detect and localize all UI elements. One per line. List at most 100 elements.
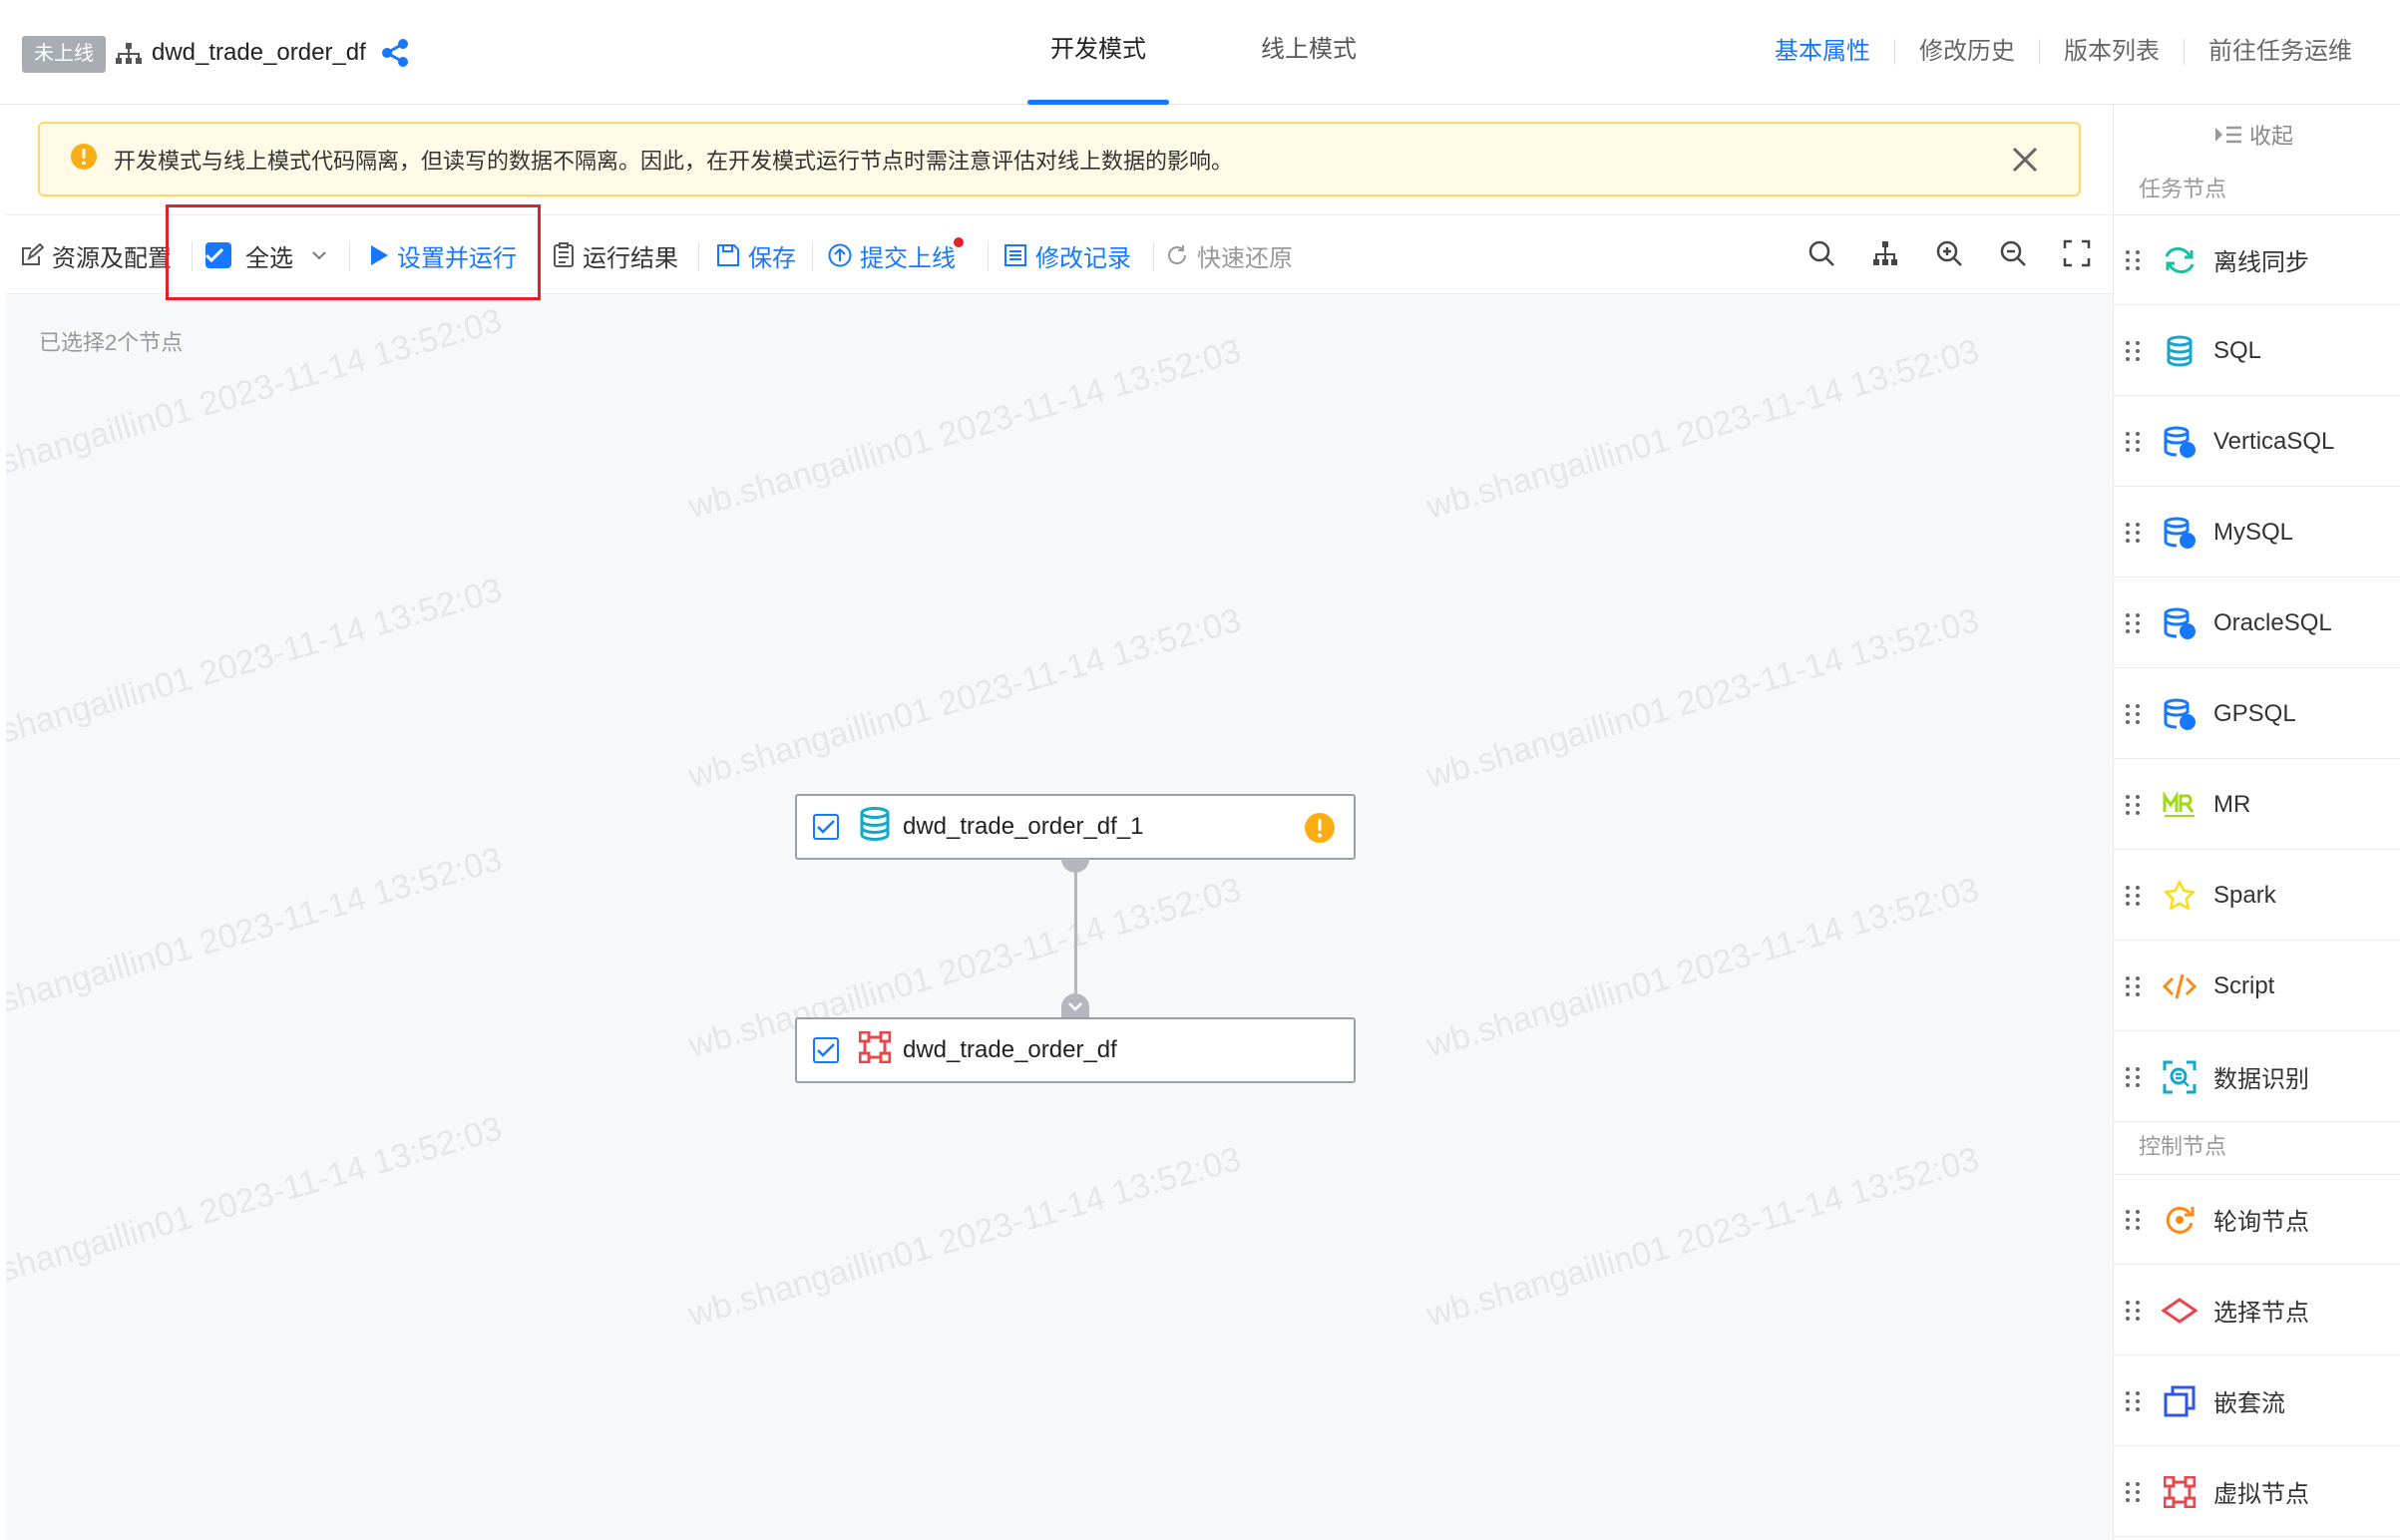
- palette-item-polling[interactable]: 轮询节点: [2114, 1175, 2400, 1265]
- node-checkbox[interactable]: [813, 1037, 839, 1063]
- tab-dev-mode[interactable]: 开发模式: [1050, 30, 1146, 70]
- resources-config-button[interactable]: 资源及配置: [20, 235, 172, 275]
- palette-item-offline-sync[interactable]: 离线同步: [2114, 215, 2400, 305]
- workflow-icon: [115, 42, 143, 72]
- palette-item-oraclesql[interactable]: OracleSQL: [2114, 578, 2400, 668]
- watermark: shangaillin01 2023-11-14 13:52:03: [6, 1109, 507, 1290]
- palette-item-choice[interactable]: 选择节点: [2114, 1266, 2400, 1355]
- watermark: wb.shangaillin01 2023-11-14 13:52:03: [1422, 600, 1984, 796]
- zoom-in-icon[interactable]: [1935, 239, 1963, 273]
- set-and-run-label: 设置并运行: [397, 244, 517, 272]
- watermark: wb.shangaillin01 2023-11-14 13:52:03: [1422, 1139, 1984, 1335]
- alert-message: 开发模式与线上模式代码隔离，但读写的数据不隔离。因此，在开发模式运行节点时需注意…: [114, 148, 1234, 174]
- close-icon[interactable]: [2011, 146, 2039, 180]
- dag-node-virtual[interactable]: dwd_trade_order_df: [795, 1017, 1356, 1083]
- drag-handle-icon[interactable]: [2126, 1209, 2142, 1230]
- divider: [698, 241, 699, 271]
- node-palette: 收起 任务节点 离线同步 SQL VerticaSQL MySQL Oracle…: [2113, 105, 2400, 1540]
- palette-item-verticasql[interactable]: VerticaSQL: [2114, 397, 2400, 487]
- set-and-run-button[interactable]: 设置并运行: [369, 235, 517, 275]
- refresh-icon: [1168, 245, 1187, 264]
- drag-handle-icon[interactable]: [2126, 794, 2142, 815]
- drag-handle-icon[interactable]: [2126, 1066, 2142, 1087]
- clipboard-icon: [554, 242, 574, 267]
- change-log-button[interactable]: 修改记录: [1003, 235, 1131, 275]
- palette-item-script[interactable]: Script: [2114, 942, 2400, 1031]
- divider: [192, 241, 193, 271]
- zoom-out-icon[interactable]: [1999, 239, 2027, 273]
- palette-item-mr[interactable]: MR: [2114, 760, 2400, 850]
- isolation-alert: 开发模式与线上模式代码隔离，但读写的数据不隔离。因此，在开发模式运行节点时需注意…: [38, 122, 2081, 196]
- palette-item-label: 轮询节点: [2213, 1209, 2309, 1236]
- submit-online-button[interactable]: 提交上线: [828, 235, 956, 275]
- warning-icon[interactable]: [1304, 812, 1336, 850]
- edit-history-link[interactable]: 修改历史: [1919, 34, 2015, 70]
- dag-node-sql[interactable]: dwd_trade_order_df_1: [795, 794, 1356, 860]
- diamond-icon: [2160, 1291, 2200, 1331]
- tab-online-mode[interactable]: 线上模式: [1261, 30, 1357, 70]
- palette-item-label: OracleSQL: [2213, 608, 2332, 636]
- save-button[interactable]: 保存: [716, 235, 796, 275]
- drag-handle-icon[interactable]: [2126, 1300, 2142, 1321]
- palette-item-sql[interactable]: SQL: [2114, 306, 2400, 396]
- run-result-button[interactable]: 运行结果: [553, 235, 678, 275]
- drag-handle-icon[interactable]: [2126, 1390, 2142, 1411]
- palette-item-label: VerticaSQL: [2213, 427, 2335, 455]
- resources-config-label: 资源及配置: [52, 244, 172, 272]
- search-icon[interactable]: [1807, 239, 1835, 273]
- palette-item-label: 离线同步: [2213, 249, 2309, 276]
- oracle-database-icon: [2160, 603, 2200, 643]
- palette-item-spark[interactable]: Spark: [2114, 851, 2400, 941]
- palette-item-virtual-node[interactable]: 虚拟节点: [2114, 1447, 2400, 1537]
- unsubmitted-badge: [954, 237, 964, 247]
- top-header: 未上线 dwd_trade_order_df 开发模式 线上模式 基本属性 修改…: [0, 0, 2400, 105]
- task-nodes-title: 任务节点: [2139, 177, 2227, 201]
- palette-item-data-recognition[interactable]: 数据识别: [2114, 1032, 2400, 1122]
- select-all-checkbox[interactable]: [205, 242, 231, 268]
- status-tag: 未上线: [22, 36, 106, 73]
- collapse-panel-button[interactable]: 收起: [2213, 119, 2293, 151]
- palette-item-gpsql[interactable]: GPSQL: [2114, 669, 2400, 759]
- play-icon: [371, 245, 388, 265]
- quick-restore-label: 快速还原: [1197, 244, 1293, 272]
- drag-handle-icon[interactable]: [2126, 522, 2142, 543]
- auto-layout-icon[interactable]: [1871, 239, 1899, 273]
- drag-handle-icon[interactable]: [2126, 975, 2142, 996]
- drag-handle-icon[interactable]: [2126, 1481, 2142, 1502]
- palette-item-nested-flow[interactable]: 嵌套流: [2114, 1356, 2400, 1446]
- edit-icon: [22, 243, 44, 265]
- selected-count: 已选择2个节点: [39, 330, 184, 355]
- fullscreen-icon[interactable]: [2063, 239, 2091, 273]
- quick-restore-button[interactable]: 快速还原: [1165, 235, 1293, 275]
- drag-handle-icon[interactable]: [2126, 885, 2142, 906]
- watermark: wb.shangaillin01 2023-11-14 13:52:03: [684, 331, 1246, 527]
- palette-item-mysql[interactable]: MySQL: [2114, 488, 2400, 578]
- drag-handle-icon[interactable]: [2126, 431, 2142, 452]
- select-all-label: 全选: [245, 244, 293, 272]
- divider: [349, 241, 350, 271]
- run-result-label: 运行结果: [583, 244, 678, 272]
- drag-handle-icon[interactable]: [2126, 612, 2142, 633]
- virtual-node-icon: [2160, 1472, 2200, 1512]
- chevron-down-icon: [312, 251, 326, 260]
- select-all-button[interactable]: 全选: [205, 235, 335, 275]
- basic-properties-link[interactable]: 基本属性: [1775, 34, 1870, 70]
- node-checkbox[interactable]: [813, 814, 839, 840]
- watermark: wb.shangaillin01 2023-11-14 13:52:03: [1422, 331, 1984, 527]
- drag-handle-icon[interactable]: [2126, 340, 2142, 361]
- input-port[interactable]: [1061, 993, 1089, 1019]
- task-ops-link[interactable]: 前往任务运维: [2208, 34, 2352, 70]
- canvas-toolbar: 资源及配置 全选 设置并运行 运行结果 保存 提交上线 修改记录 快速还原: [6, 214, 2113, 294]
- header-links: 基本属性 修改历史 版本列表 前往任务运维: [1775, 34, 2352, 70]
- version-list-link[interactable]: 版本列表: [2064, 34, 2160, 70]
- palette-item-label: MR: [2213, 790, 2251, 818]
- greenplum-database-icon: [2160, 694, 2200, 734]
- palette-item-label: SQL: [2213, 336, 2262, 364]
- mysql-database-icon: [2160, 513, 2200, 553]
- drag-handle-icon[interactable]: [2126, 249, 2142, 270]
- watermark: wb.shangaillin01 2023-11-14 13:52:03: [684, 600, 1246, 796]
- drag-handle-icon[interactable]: [2126, 703, 2142, 724]
- divider: [1153, 241, 1154, 271]
- dag-canvas[interactable]: 已选择2个节点 shangaillin01 2023-11-14 13:52:0…: [6, 295, 2113, 1540]
- share-icon[interactable]: [380, 38, 410, 74]
